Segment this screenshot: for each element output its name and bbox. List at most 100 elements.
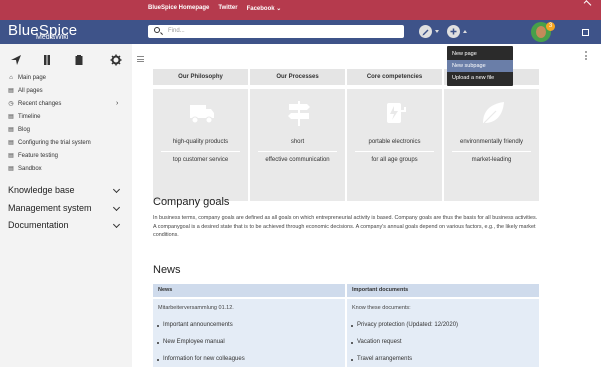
table-cell-news: Mitarbeiterversammlung 01.12. Important …: [153, 299, 345, 367]
section-title-news: News: [153, 264, 181, 276]
facebook-link[interactable]: Facebook ⌄: [247, 5, 282, 12]
gear-icon[interactable]: [110, 54, 122, 66]
table-cell-documents: Know these documents: Privacy protection…: [347, 299, 539, 367]
pencil-icon: [422, 29, 429, 36]
sidebar-toolbar: [0, 54, 132, 68]
plus-icon: [450, 28, 457, 35]
signpost-icon: [288, 101, 310, 126]
clipboard-icon[interactable]: [73, 54, 85, 66]
chevron-right-icon[interactable]: ›: [116, 100, 118, 107]
menu-toggle-icon[interactable]: [137, 56, 144, 64]
grid-cell-line2: effective communication: [265, 157, 330, 163]
sidebar-item-label: Configuring the trial system: [18, 140, 91, 146]
new-page-button[interactable]: [447, 25, 460, 38]
grid-cell-line1: environmentally friendly: [459, 139, 524, 145]
clock-icon: ◷: [8, 101, 14, 107]
list-item[interactable]: Privacy protection (Updated: 12/2020): [350, 322, 458, 328]
book-icon[interactable]: [41, 54, 53, 66]
list-item[interactable]: Travel arrangements: [350, 356, 412, 362]
charging-plug-icon: [387, 103, 406, 123]
sidebar-item-label: All pages: [18, 88, 43, 94]
divider: [258, 151, 337, 152]
divider: [161, 151, 240, 152]
grid-cell: environmentally friendly market-leading: [444, 89, 539, 201]
table-header-news: News: [153, 284, 345, 297]
grid-cell-line2: top customer service: [172, 157, 229, 163]
section-knowledge-base[interactable]: Knowledge base: [8, 185, 75, 195]
section-title-goals: Company goals: [153, 196, 230, 208]
leaf-icon: [483, 102, 504, 124]
grid-cell: portable electronics for all age groups: [347, 89, 442, 201]
list-item[interactable]: New Employee manual: [157, 339, 225, 345]
grid-cell-line2: market-leading: [471, 157, 512, 163]
home-icon: ⌂: [9, 75, 13, 81]
chevron-down-icon[interactable]: [112, 220, 121, 229]
sidebar-item-configuring-trial[interactable]: ▤ Configuring the trial system: [8, 140, 91, 146]
sidebar-item-main-page[interactable]: ⌂ Main page: [8, 75, 46, 81]
avatar-face: [536, 26, 546, 38]
sidebar-item-label: Feature testing: [18, 153, 59, 159]
chevron-up-icon[interactable]: [463, 30, 467, 33]
sidebar-item-label: Main page: [18, 75, 47, 81]
fullscreen-icon[interactable]: [582, 29, 589, 36]
grid-cell-line1: portable electronics: [368, 139, 421, 145]
divider: [355, 151, 434, 152]
search-placeholder: Find...: [168, 28, 185, 34]
collapse-icon[interactable]: [583, 0, 592, 8]
goals-paragraph: In business terms, company goals are def…: [153, 215, 538, 238]
divider: [452, 151, 531, 152]
section-documentation[interactable]: Documentation: [8, 220, 69, 230]
new-page-dropdown: New page New subpage Upload a new file: [447, 46, 513, 86]
grid-cell-line2: for all age groups: [371, 157, 418, 163]
bluespice-homepage-link[interactable]: BlueSpice Homepage: [148, 5, 209, 12]
top-links: BlueSpice Homepage Twitter Facebook ⌄: [148, 5, 281, 12]
table-header-documents: Important documents: [347, 284, 539, 297]
list-item[interactable]: Important announcements: [157, 322, 233, 328]
search-icon: [154, 27, 160, 33]
sidebar-item-label: Recent changes: [18, 101, 62, 107]
sidebar: ⌂ Main page ▤ All pages ◷ Recent changes…: [0, 44, 132, 367]
chevron-down-icon[interactable]: [435, 30, 439, 33]
sidebar-item-recent-changes[interactable]: ◷ Recent changes: [8, 101, 61, 107]
truck-icon: [190, 105, 214, 124]
grid-header: Core competencies: [347, 69, 442, 85]
news-table: News Important documents Mitarbeitervers…: [153, 284, 539, 367]
sidebar-item-feature-testing[interactable]: ▤ Feature testing: [8, 153, 58, 159]
grid-cell-line1: short: [290, 139, 305, 145]
menu-item-upload-file[interactable]: Upload a new file: [447, 72, 513, 84]
sidebar-item-timeline[interactable]: ▤ Timeline: [8, 114, 40, 120]
edit-button[interactable]: [419, 25, 432, 38]
notification-badge[interactable]: 3: [546, 22, 555, 31]
doc-icon: ▤: [8, 140, 14, 146]
grid-cell-line1: high-quality products: [172, 139, 229, 145]
doc-icon: ▤: [8, 153, 14, 159]
search-input[interactable]: Find...: [148, 25, 404, 38]
doc-icon: ▤: [8, 166, 14, 172]
section-management-system[interactable]: Management system: [8, 203, 92, 213]
chevron-down-icon[interactable]: [112, 203, 121, 212]
grid-cell: high-quality products top customer servi…: [153, 89, 248, 201]
sidebar-item-blog[interactable]: ▤ Blog: [8, 127, 30, 133]
menu-item-new-subpage[interactable]: New subpage: [447, 60, 513, 72]
chevron-down-icon[interactable]: [112, 185, 121, 194]
header: BlueSpice MediaWiki Find... 3: [0, 20, 601, 44]
sidebar-item-all-pages[interactable]: ▤ All pages: [8, 88, 43, 94]
more-options-icon[interactable]: [585, 51, 588, 62]
grid-cell: short effective communication: [250, 89, 345, 201]
grid-header: Our Philosophy: [153, 69, 248, 85]
news-intro: Mitarbeiterversammlung 01.12.: [158, 305, 234, 311]
sidebar-item-label: Sandbox: [18, 166, 42, 172]
list-item[interactable]: Vacation request: [351, 339, 402, 345]
top-bar: BlueSpice Homepage Twitter Facebook ⌄: [0, 0, 601, 20]
sidebar-item-sandbox[interactable]: ▤ Sandbox: [8, 166, 42, 172]
list-item[interactable]: Information for new colleagues: [157, 356, 245, 362]
logo-subtitle: MediaWiki: [36, 34, 69, 41]
documents-intro: Know these documents:: [352, 305, 411, 311]
menu-item-new-page[interactable]: New page: [447, 48, 513, 60]
sidebar-item-label: Timeline: [18, 114, 41, 120]
doc-icon: ▤: [8, 114, 14, 120]
navigation-icon[interactable]: [10, 54, 22, 66]
doc-icon: ▤: [8, 127, 14, 133]
doc-icon: ▤: [8, 88, 14, 94]
twitter-link[interactable]: Twitter: [218, 5, 237, 12]
